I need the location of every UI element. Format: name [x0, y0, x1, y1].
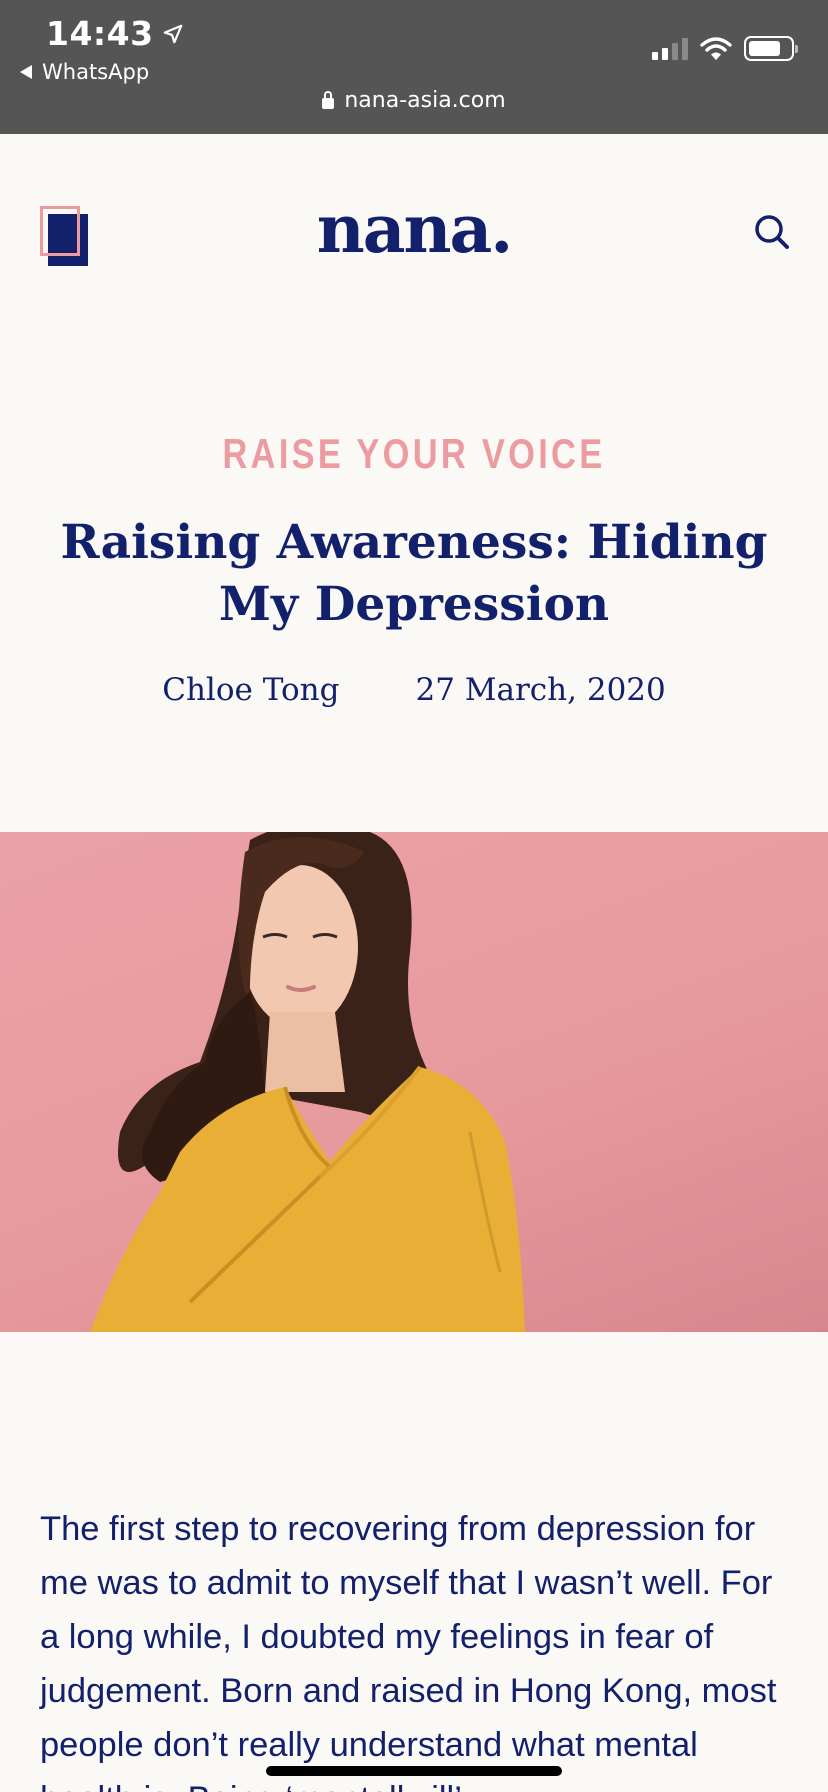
hero-illustration [90, 832, 525, 1332]
url-bar[interactable]: nana-asia.com [0, 88, 828, 113]
battery-icon [744, 36, 798, 61]
signal-icon [652, 37, 688, 60]
back-app-label: WhatsApp [42, 60, 150, 84]
url-text: nana-asia.com [344, 88, 506, 113]
lock-icon [322, 90, 335, 109]
article-category[interactable]: RAISE YOUR VOICE [75, 430, 754, 478]
search-icon[interactable] [752, 212, 792, 252]
site-logo[interactable]: nana. [0, 190, 828, 268]
site-header: nana. [0, 134, 828, 334]
article-meta: Chloe Tong 27 March, 2020 [0, 672, 828, 708]
article-author[interactable]: Chloe Tong [162, 672, 339, 708]
home-indicator[interactable] [266, 1766, 562, 1776]
article-title: Raising Awareness: Hiding My Depression [60, 515, 768, 632]
status-time: 14:43 [46, 14, 184, 53]
hero-image [0, 832, 828, 1332]
article-body: The first step to recovering from depres… [40, 1510, 777, 1792]
status-bar: 14:43 WhatsApp nana-asia.com [0, 0, 828, 134]
wifi-icon [700, 36, 732, 60]
back-to-app-button[interactable]: WhatsApp [20, 60, 149, 84]
location-arrow-icon [163, 24, 182, 43]
clock-text: 14:43 [46, 14, 154, 53]
status-icons [652, 36, 798, 61]
back-triangle-icon [20, 65, 32, 79]
article-date: 27 March, 2020 [415, 672, 666, 708]
